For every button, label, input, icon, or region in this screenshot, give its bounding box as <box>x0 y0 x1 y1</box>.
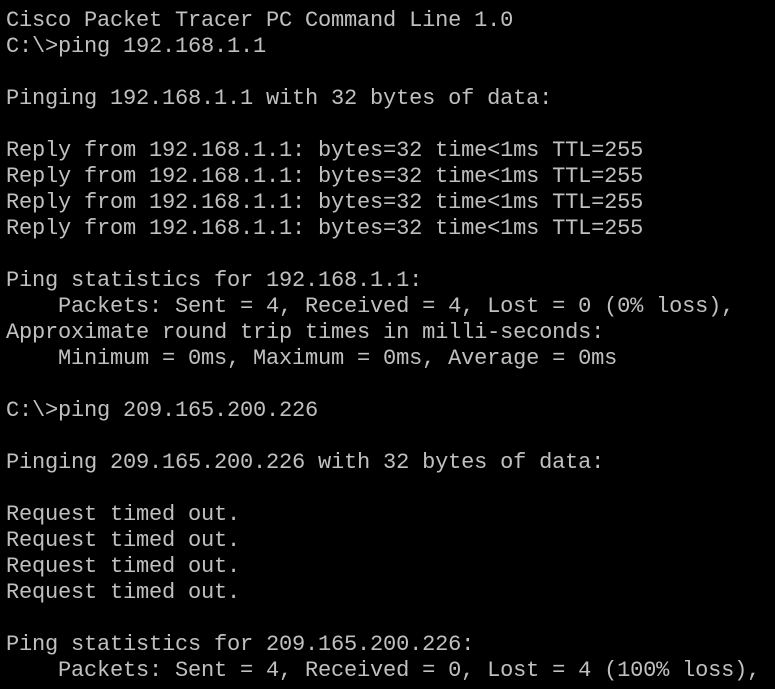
reply-line: Reply from 192.168.1.1: bytes=32 time<1m… <box>6 138 644 163</box>
terminal-banner: Cisco Packet Tracer PC Command Line 1.0 <box>6 8 514 33</box>
round-trip-header: Approximate round trip times in milli-se… <box>6 320 605 345</box>
reply-line: Reply from 192.168.1.1: bytes=32 time<1m… <box>6 216 644 241</box>
ping-statistics-header: Ping statistics for 209.165.200.226: <box>6 632 475 657</box>
timeout-line: Request timed out. <box>6 528 241 553</box>
reply-line: Reply from 192.168.1.1: bytes=32 time<1m… <box>6 164 644 189</box>
command-line: C:\>ping 192.168.1.1 <box>6 34 267 59</box>
timeout-line: Request timed out. <box>6 554 241 579</box>
pinging-line: Pinging 209.165.200.226 with 32 bytes of… <box>6 450 605 475</box>
timeout-line: Request timed out. <box>6 502 241 527</box>
packets-summary-line: Packets: Sent = 4, Received = 0, Lost = … <box>6 658 761 683</box>
timeout-line: Request timed out. <box>6 580 241 605</box>
round-trip-times-line: Minimum = 0ms, Maximum = 0ms, Average = … <box>6 346 618 371</box>
command-line: C:\>ping 209.165.200.226 <box>6 398 319 423</box>
ping-statistics-header: Ping statistics for 192.168.1.1: <box>6 268 423 293</box>
command-prompt-window[interactable]: Cisco Packet Tracer PC Command Line 1.0 … <box>0 0 775 689</box>
terminal-output: Cisco Packet Tracer PC Command Line 1.0 … <box>6 8 760 684</box>
reply-line: Reply from 192.168.1.1: bytes=32 time<1m… <box>6 190 644 215</box>
pinging-line: Pinging 192.168.1.1 with 32 bytes of dat… <box>6 86 553 111</box>
packets-summary-line: Packets: Sent = 4, Received = 4, Lost = … <box>6 294 735 319</box>
